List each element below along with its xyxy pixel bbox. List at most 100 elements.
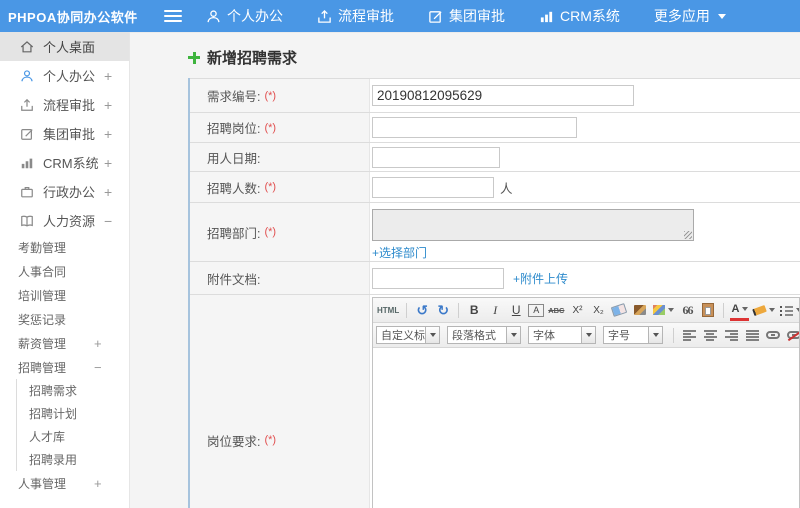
form-row-headcount: 招聘人数: (*) 人 [190,172,800,203]
expand-icon[interactable]: + [104,97,112,113]
label-text: 附件文档: [207,272,261,287]
demand-no-input[interactable] [372,85,634,106]
sidebar-item-attendance[interactable]: 考勤管理 [0,235,129,259]
align-center-icon[interactable] [701,326,719,344]
label-text: 需求编号: [207,90,261,104]
sidebar-item-hr[interactable]: 人力资源 − [0,206,129,235]
department-textarea[interactable] [372,209,694,241]
sidebar-item-label: 考勤管理 [18,240,67,255]
expand-icon[interactable]: + [104,126,112,142]
sidebar-item-flow-approval[interactable]: 流程审批 + [0,90,129,119]
paste-icon[interactable] [699,301,717,319]
font-name-icon[interactable]: A [528,303,545,317]
sidebar-item-recruit-demand[interactable]: 招聘需求 [17,379,129,402]
highlight-icon[interactable] [752,301,776,319]
remove-format-icon [611,303,628,317]
caret-down-icon[interactable] [426,326,440,344]
align-justify-icon[interactable] [743,326,761,344]
sidebar-item-desktop[interactable]: 个人桌面 [0,32,129,61]
nav-personal-office[interactable]: 个人办公 [206,6,283,26]
sidebar-item-recruit-mgmt[interactable]: 招聘管理 − [0,355,129,379]
expand-icon[interactable]: − [104,213,112,229]
expand-icon[interactable]: + [94,476,102,491]
separator [723,302,725,318]
required-marker: (*) [264,434,277,446]
select-department-link[interactable]: +选择部门 [372,244,427,261]
edit-square-icon [428,9,443,24]
nav-crm[interactable]: CRM系统 [539,6,620,26]
attachment-input[interactable] [372,267,504,289]
ordered-list-icon[interactable] [779,301,799,319]
menu-icon[interactable] [164,10,182,22]
field-label: 招聘部门: (*) [190,203,370,261]
position-input[interactable] [372,117,577,138]
sidebar-item-personnel-mgmt[interactable]: 人事管理 + [0,471,129,495]
caret-down-icon [668,308,675,312]
underline-icon[interactable]: U [507,301,525,319]
label-text: 用人日期: [207,151,261,166]
sidebar-item-label: 人力资源 [43,214,96,229]
highlight-icon [752,304,768,316]
sidebar-item-talent-pool[interactable]: 人才库 [17,425,129,448]
sidebar-item-recruit-hire[interactable]: 招聘录用 [17,448,129,471]
expand-icon[interactable]: + [94,336,102,351]
hire-date-input[interactable] [372,146,500,168]
sidebar-item-admin-office[interactable]: 行政办公 + [0,177,129,206]
recruit-demand-form: 需求编号: (*) 招聘岗位: (*) 用人日期: [188,78,800,508]
redo-icon[interactable]: ↻ [434,301,452,319]
editor-toolbar-row2: 自定义标题 段落格式 字体 [373,323,799,348]
required-marker: (*) [264,89,277,102]
font-color-icon[interactable]: A [730,300,750,321]
blockquote-icon[interactable]: 66 [678,301,696,319]
superscript-icon[interactable]: X² [568,301,586,319]
strikethrough-icon[interactable]: ABC [547,301,565,319]
sidebar-item-rewards[interactable]: 奖惩记录 [0,307,129,331]
bar-chart-icon [20,156,34,170]
sidebar-item-training[interactable]: 培训管理 [0,283,129,307]
sidebar-item-recruit-plan[interactable]: 招聘计划 [17,402,129,425]
sidebar-item-label: 人事合同 [18,264,67,279]
expand-icon[interactable]: + [104,68,112,84]
expand-icon[interactable]: + [104,184,112,200]
align-right-icon [724,329,738,341]
subscript-icon[interactable]: X₂ [589,301,607,319]
field-value [370,143,800,171]
link-icon[interactable] [764,326,782,344]
font-size-select[interactable]: 字号 [603,326,663,344]
app-logo[interactable]: PHPOA协同办公软件 [0,7,164,26]
headcount-input[interactable] [372,176,494,198]
nav-flow-approval[interactable]: 流程审批 [317,6,394,26]
paragraph-format-select[interactable]: 段落格式 [447,326,521,344]
remove-format-icon[interactable] [610,301,628,319]
nav-more-apps[interactable]: 更多应用 [654,6,726,26]
expand-icon[interactable]: + [104,155,112,171]
sidebar-item-personal-office[interactable]: 个人办公 + [0,61,129,90]
heading-style-select[interactable]: 自定义标题 [376,326,440,344]
sidebar-item-salary[interactable]: 薪资管理 + [0,331,129,355]
sidebar-item-label: 招聘录用 [29,453,78,467]
italic-icon[interactable]: I [486,301,504,319]
sidebar-item-crm[interactable]: CRM系统 + [0,148,129,177]
align-right-icon[interactable] [722,326,740,344]
upload-attachment-link[interactable]: +附件上传 [513,270,568,287]
unlink-icon [787,331,799,339]
undo-icon[interactable]: ↺ [413,301,431,319]
caret-down-icon[interactable] [649,326,663,344]
expand-icon[interactable]: − [94,360,102,375]
align-left-icon[interactable] [680,326,698,344]
editor-body[interactable] [373,348,799,508]
unlink-icon[interactable] [785,326,799,344]
bold-icon[interactable]: B [465,301,483,319]
font-family-select[interactable]: 字体 [528,326,596,344]
sidebar-item-group-approval[interactable]: 集团审批 + [0,119,129,148]
caret-down-icon[interactable] [582,326,596,344]
caret-down-icon[interactable] [507,326,521,344]
sidebar-item-hr-contract[interactable]: 人事合同 [0,259,129,283]
sidebar-item-label: 招聘需求 [29,384,78,398]
sidebar-item-label: 行政办公 [43,185,96,200]
source-code-button[interactable]: HTML [376,301,400,319]
auto-typeset-icon[interactable] [652,301,675,319]
nav-group-approval[interactable]: 集团审批 [428,6,505,26]
format-brush-icon[interactable] [631,301,649,319]
sidebar-item-label: 个人办公 [43,69,96,84]
